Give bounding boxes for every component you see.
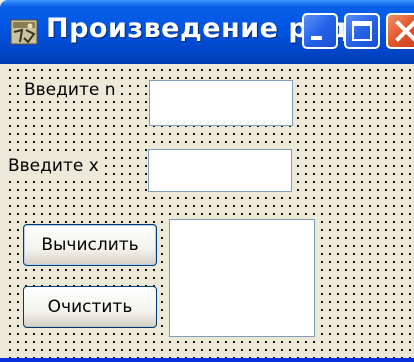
x-input[interactable] <box>148 149 292 192</box>
app-window: Произведение ряда Введите n Введите x Вы… <box>0 0 414 362</box>
result-output[interactable] <box>169 219 315 337</box>
app-icon <box>10 19 38 45</box>
clear-button[interactable]: Очистить <box>23 286 157 328</box>
n-input[interactable] <box>149 80 293 126</box>
x-label: Введите x <box>6 156 101 176</box>
maximize-button[interactable] <box>344 13 380 49</box>
minimize-button[interactable] <box>302 13 338 49</box>
minimize-icon <box>311 36 322 40</box>
form-client-area: Введите n Введите x Вычислить Очистить <box>4 64 414 358</box>
n-label: Введите n <box>22 80 118 100</box>
maximize-icon <box>352 21 372 41</box>
compute-button[interactable]: Вычислить <box>23 224 157 266</box>
window-bottom-border <box>0 358 414 362</box>
title-bar[interactable]: Произведение ряда <box>0 0 414 64</box>
close-button[interactable] <box>386 13 414 49</box>
close-icon <box>395 20 414 42</box>
